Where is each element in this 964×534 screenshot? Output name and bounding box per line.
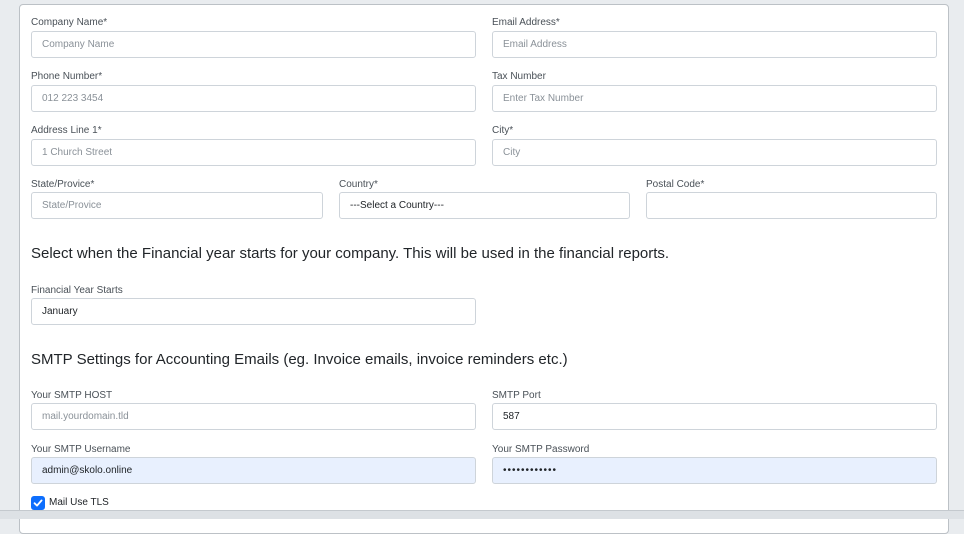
postal-input[interactable] <box>646 192 937 219</box>
tax-input[interactable]: Enter Tax Number <box>492 85 937 112</box>
city-label: City* <box>492 125 514 136</box>
smtp-username-input[interactable]: admin@skolo.online <box>31 457 476 484</box>
smtp-host-input[interactable]: mail.yourdomain.tld <box>31 403 476 430</box>
financial-year-heading: Select when the Financial year starts fo… <box>31 245 670 262</box>
mail-use-tls-checkbox[interactable] <box>31 496 45 510</box>
smtp-port-label: SMTP Port <box>492 390 541 401</box>
postal-label: Postal Code* <box>646 179 705 190</box>
city-input[interactable]: City <box>492 139 937 166</box>
state-input[interactable]: State/Provice <box>31 192 323 219</box>
smtp-password-input[interactable]: •••••••••••• <box>492 457 937 484</box>
country-label: Country* <box>339 179 378 190</box>
smtp-password-label: Your SMTP Password <box>492 444 590 455</box>
mail-use-tls-label: Mail Use TLS <box>49 497 109 508</box>
state-label: State/Provice* <box>31 179 95 190</box>
financial-year-label: Financial Year Starts <box>31 285 123 296</box>
address-label: Address Line 1* <box>31 125 102 136</box>
tax-label: Tax Number <box>492 71 546 82</box>
country-select[interactable]: ---Select a Country--- <box>339 192 630 219</box>
company-form-card <box>19 4 949 534</box>
address-input[interactable]: 1 Church Street <box>31 139 476 166</box>
phone-input[interactable]: 012 223 3454 <box>31 85 476 112</box>
smtp-port-input[interactable]: 587 <box>492 403 937 430</box>
smtp-username-label: Your SMTP Username <box>31 444 131 455</box>
company-name-label: Company Name* <box>31 17 108 28</box>
financial-year-select[interactable]: January <box>31 298 476 325</box>
smtp-heading: SMTP Settings for Accounting Emails (eg.… <box>31 351 568 368</box>
smtp-host-label: Your SMTP HOST <box>31 390 113 401</box>
email-input[interactable]: Email Address <box>492 31 937 58</box>
company-name-input[interactable]: Company Name <box>31 31 476 58</box>
phone-label: Phone Number* <box>31 71 103 82</box>
email-label: Email Address* <box>492 17 560 28</box>
checkmark-icon <box>33 499 43 507</box>
